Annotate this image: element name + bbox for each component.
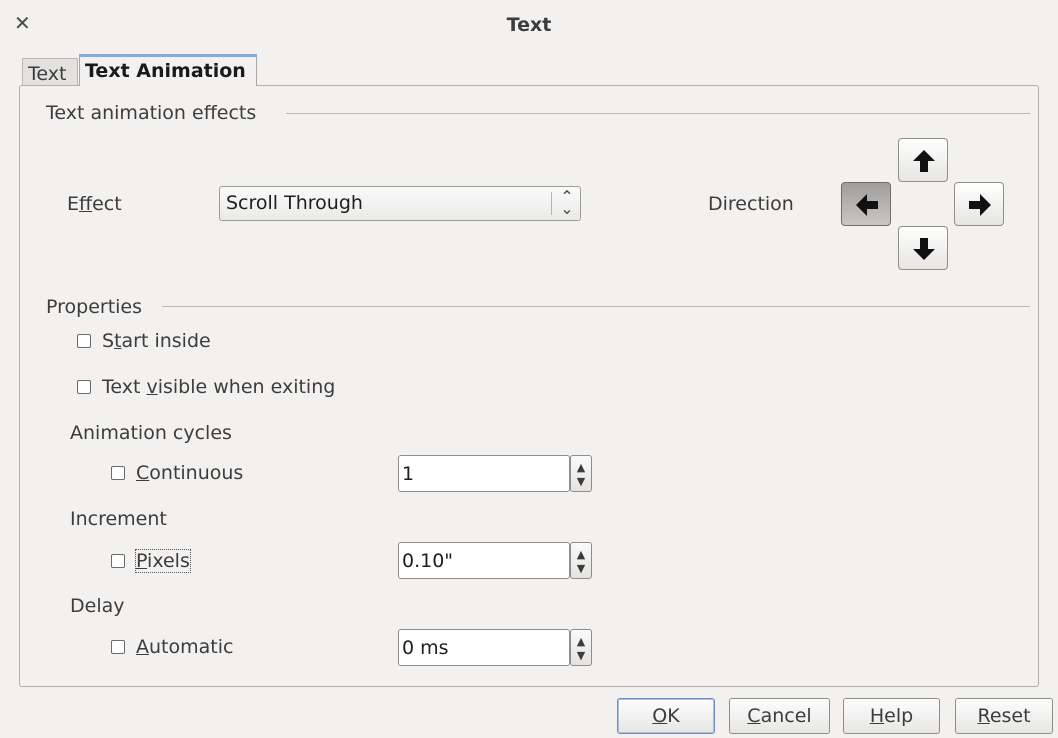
- automatic-checkbox-row[interactable]: Automatic: [111, 636, 233, 658]
- continuous-checkbox-row[interactable]: Continuous: [111, 462, 243, 484]
- spin-down-icon[interactable]: ▼: [571, 476, 591, 487]
- arrow-down-icon: [913, 238, 935, 260]
- animation-cycles-spinbox[interactable]: 1 ▲ ▼: [398, 455, 594, 492]
- direction-label: Direction: [708, 193, 794, 215]
- spin-up-icon[interactable]: ▲: [571, 636, 591, 647]
- text-visible-label: Text visible when exiting: [102, 376, 336, 398]
- combo-separator: [551, 192, 552, 215]
- arrow-up-icon: [913, 150, 935, 172]
- text-visible-checkbox-row[interactable]: Text visible when exiting: [77, 376, 335, 398]
- direction-right-button[interactable]: [954, 182, 1004, 226]
- delay-input[interactable]: 0 ms: [398, 629, 570, 666]
- dialog-window: ✕ Text Text Text Animation Text animatio…: [0, 0, 1058, 738]
- direction-down-button[interactable]: [898, 226, 948, 270]
- automatic-label: Automatic: [136, 636, 234, 658]
- increment-input[interactable]: 0.10": [398, 542, 570, 579]
- delay-label: Delay: [70, 595, 125, 617]
- section-divider: [286, 113, 1030, 114]
- effect-value: Scroll Through: [226, 192, 363, 214]
- pixels-label: Pixels: [135, 549, 191, 573]
- start-inside-label: Start inside: [102, 330, 211, 352]
- pixels-checkbox-row[interactable]: Pixels: [111, 549, 191, 573]
- dialog-title: Text: [506, 14, 552, 36]
- direction-left-button[interactable]: [841, 182, 891, 226]
- continuous-checkbox[interactable]: [111, 466, 125, 480]
- delay-spin-buttons[interactable]: ▲ ▼: [570, 629, 592, 666]
- effect-label: Effect: [67, 193, 122, 215]
- increment-value: 0.10": [402, 550, 454, 572]
- effect-combobox[interactable]: Scroll Through ⌃ ⌄: [219, 186, 581, 221]
- delay-spinbox[interactable]: 0 ms ▲ ▼: [398, 629, 594, 666]
- increment-label: Increment: [70, 508, 167, 530]
- automatic-checkbox[interactable]: [111, 640, 125, 654]
- spin-up-icon[interactable]: ▲: [571, 462, 591, 473]
- start-inside-checkbox[interactable]: [77, 334, 91, 348]
- delay-value: 0 ms: [402, 637, 449, 659]
- section-divider: [162, 306, 1030, 307]
- direction-up-button[interactable]: [898, 138, 948, 182]
- title-bar: ✕ Text: [0, 0, 1058, 48]
- spin-down-icon[interactable]: ▼: [571, 650, 591, 661]
- spin-up-icon[interactable]: ▲: [571, 549, 591, 560]
- increment-spin-buttons[interactable]: ▲ ▼: [570, 542, 592, 579]
- spin-down-icon[interactable]: ▼: [571, 563, 591, 574]
- help-button[interactable]: Help: [843, 698, 940, 734]
- animation-cycles-value: 1: [402, 463, 415, 485]
- start-inside-checkbox-row[interactable]: Start inside: [77, 330, 211, 352]
- animation-cycles-spin-buttons[interactable]: ▲ ▼: [570, 455, 592, 492]
- reset-button[interactable]: Reset: [955, 698, 1053, 734]
- arrow-left-icon: [856, 194, 878, 216]
- arrow-right-icon: [969, 194, 991, 216]
- cancel-button[interactable]: Cancel: [729, 698, 830, 734]
- tab-text[interactable]: Text: [22, 58, 78, 88]
- tab-text-animation[interactable]: Text Animation: [79, 54, 257, 86]
- section-header-properties: Properties: [46, 296, 143, 318]
- text-visible-checkbox[interactable]: [77, 380, 91, 394]
- ok-button[interactable]: OK: [617, 698, 715, 734]
- animation-cycles-label: Animation cycles: [70, 422, 232, 444]
- animation-cycles-input[interactable]: 1: [398, 455, 570, 492]
- continuous-label: Continuous: [136, 462, 244, 484]
- pixels-checkbox[interactable]: [111, 554, 125, 568]
- section-header-effects: Text animation effects: [46, 102, 257, 124]
- increment-spinbox[interactable]: 0.10" ▲ ▼: [398, 542, 594, 579]
- up-down-chevron-icon: ⌃ ⌄: [560, 187, 574, 218]
